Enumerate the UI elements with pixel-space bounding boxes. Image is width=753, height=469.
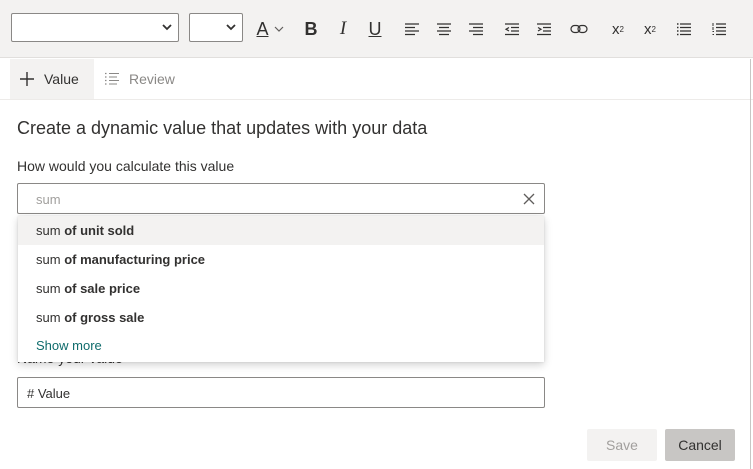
suggestion-prefix: sum [36, 252, 61, 267]
tab-label: Value [44, 71, 79, 87]
superscript-icon: x [612, 20, 620, 38]
suggestion-prefix: sum [36, 223, 61, 238]
subscript-mark: 2 [651, 24, 656, 34]
subscript-icon: x [644, 20, 652, 38]
calc-label: How would you calculate this value [17, 158, 235, 174]
indent-button[interactable] [533, 16, 555, 42]
align-left-icon [405, 23, 419, 36]
suggestion-rest: of gross sale [64, 310, 145, 325]
align-left-button[interactable] [401, 16, 423, 42]
superscript-mark: 2 [619, 24, 624, 34]
align-right-icon [469, 23, 483, 36]
suggestion-item[interactable]: sum of manufacturing price [18, 245, 544, 274]
formatting-toolbar: A B I U x2 x2 [0, 0, 753, 58]
superscript-button[interactable]: x2 [608, 16, 628, 42]
bullet-list-icon [677, 23, 691, 36]
suggestion-item[interactable]: sum of sale price [18, 274, 544, 303]
chevron-down-icon [274, 26, 283, 32]
underline-button[interactable]: U [366, 16, 384, 42]
link-icon [570, 24, 588, 34]
suggestion-dropdown: sum of unit sold sum of manufacturing pr… [18, 216, 544, 362]
align-right-button[interactable] [465, 16, 487, 42]
font-family-select[interactable] [11, 13, 179, 42]
align-center-button[interactable] [433, 16, 455, 42]
outdent-icon [504, 23, 519, 36]
numbered-list-button[interactable] [708, 16, 730, 42]
indent-icon [537, 23, 551, 36]
name-input-value: # Value [27, 386, 71, 401]
tab-value[interactable]: Value [10, 59, 94, 99]
suggestion-prefix: sum [36, 310, 61, 325]
subscript-button[interactable]: x2 [640, 16, 660, 42]
align-center-icon [437, 23, 451, 36]
suggestion-rest: of unit sold [64, 223, 135, 238]
tab-review[interactable]: Review [104, 59, 194, 99]
italic-button[interactable]: I [334, 16, 352, 42]
chevron-down-icon [226, 24, 236, 31]
name-input[interactable]: # Value [17, 377, 545, 408]
suggestion-item[interactable]: sum of unit sold [18, 216, 544, 245]
tab-label: Review [129, 71, 175, 87]
suggestion-item[interactable]: sum of gross sale [18, 303, 544, 332]
suggestion-prefix: sum [36, 281, 61, 296]
save-button[interactable]: Save [587, 429, 657, 461]
outdent-button[interactable] [501, 16, 523, 42]
calc-input-value: sum [36, 192, 61, 207]
bold-button[interactable]: B [301, 16, 321, 42]
font-size-select[interactable] [189, 13, 243, 42]
font-color-button[interactable]: A [252, 16, 288, 42]
list-icon [105, 72, 119, 85]
page-title: Create a dynamic value that updates with… [17, 118, 428, 138]
tab-bar: Value Review [0, 59, 753, 100]
suggestion-rest: of manufacturing price [64, 252, 206, 267]
numbered-list-icon [712, 23, 726, 36]
bullet-list-button[interactable] [673, 16, 695, 42]
cancel-button[interactable]: Cancel [665, 429, 735, 461]
calc-input[interactable]: sum [17, 183, 545, 214]
font-color-icon: A [256, 18, 269, 39]
close-icon[interactable] [522, 192, 536, 206]
show-more-link[interactable]: Show more [36, 338, 102, 353]
panel-border [750, 59, 751, 469]
chevron-down-icon [162, 24, 172, 31]
link-button[interactable] [568, 16, 590, 42]
plus-icon [20, 72, 34, 86]
suggestion-rest: of sale price [64, 281, 141, 296]
